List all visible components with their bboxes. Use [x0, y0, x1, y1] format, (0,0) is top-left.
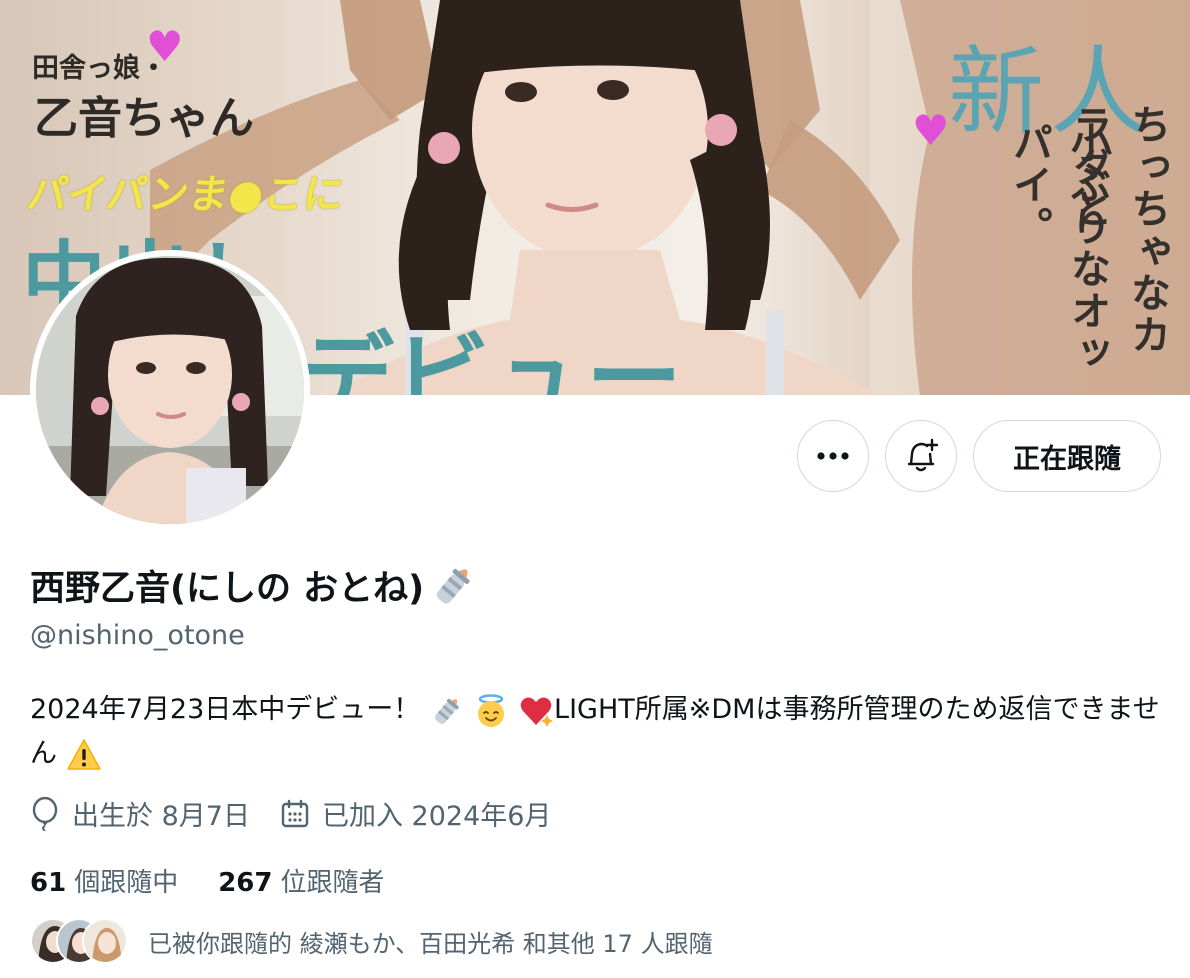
profile-avatar[interactable]	[30, 250, 310, 530]
followers-label: 位跟隨者	[280, 868, 385, 898]
avatar-photo	[36, 256, 304, 524]
following-button[interactable]: 正在跟隨	[973, 420, 1161, 492]
display-name-row: 西野乙音(にしの おとね)	[30, 560, 478, 611]
user-handle: @nishino_otone	[30, 620, 245, 651]
heart-icon: ♥	[146, 22, 184, 71]
balloon-icon	[32, 796, 58, 831]
followers-count: 267	[218, 868, 273, 898]
following-link[interactable]: 61 個跟隨中	[30, 862, 178, 899]
profile-page: 田舎っ娘・ ♥ 乙音ちゃん パイパンま●こに 中出し デビュー 新人 ♥ ちっち…	[0, 0, 1190, 978]
angel-face-icon	[478, 693, 505, 727]
banner-text-line2: 乙音ちゃん	[34, 93, 254, 144]
bio-text-part1: 2024年7月23日本中デビュー！	[30, 694, 421, 725]
birthday-text: 出生於 8月7日	[72, 801, 250, 832]
calendar-icon	[281, 799, 309, 827]
sparkling-heart-icon	[520, 697, 554, 727]
banner-text-line3: パイパンま●こに	[24, 172, 347, 218]
avatar	[82, 918, 128, 964]
baby-bottle-icon	[436, 568, 470, 604]
banner-text-big-bottom: デビュー	[298, 322, 682, 395]
baby-bottle-icon	[434, 698, 459, 724]
birthday-item: 出生於 8月7日	[30, 794, 250, 833]
mutual-avatars	[30, 918, 128, 964]
notify-button[interactable]	[885, 420, 957, 492]
bell-plus-icon	[907, 438, 939, 472]
display-name: 西野乙音(にしの おとね)	[30, 569, 425, 609]
follow-stats: 61 個跟隨中 267 位跟隨者	[30, 862, 385, 899]
warning-icon	[66, 738, 101, 770]
followed-by-text: 已被你跟隨的 綾瀬もか、百田光希 和其他 17 人跟隨	[148, 929, 713, 958]
more-dots-icon	[817, 452, 849, 460]
heart-icon: ♥	[912, 106, 950, 155]
joined-item: 已加入 2024年6月	[280, 794, 551, 833]
following-label: 個跟隨中	[74, 868, 179, 898]
profile-meta: 出生於 8月7日 已加入 2024年6月	[30, 794, 551, 833]
joined-text: 已加入 2024年6月	[321, 801, 552, 832]
followers-link[interactable]: 267 位跟隨者	[218, 862, 384, 899]
profile-bio: 2024年7月23日本中デビュー！ LIGHT所属※DMは事務所管理のため返信で…	[30, 688, 1160, 776]
followers-you-know[interactable]: 已被你跟隨的 綾瀬もか、百田光希 和其他 17 人跟隨	[30, 918, 713, 964]
more-button[interactable]	[797, 420, 869, 492]
following-count: 61	[30, 868, 67, 898]
banner-text-vertical-left: 小ぶりなオッパイ。	[1006, 122, 1110, 374]
